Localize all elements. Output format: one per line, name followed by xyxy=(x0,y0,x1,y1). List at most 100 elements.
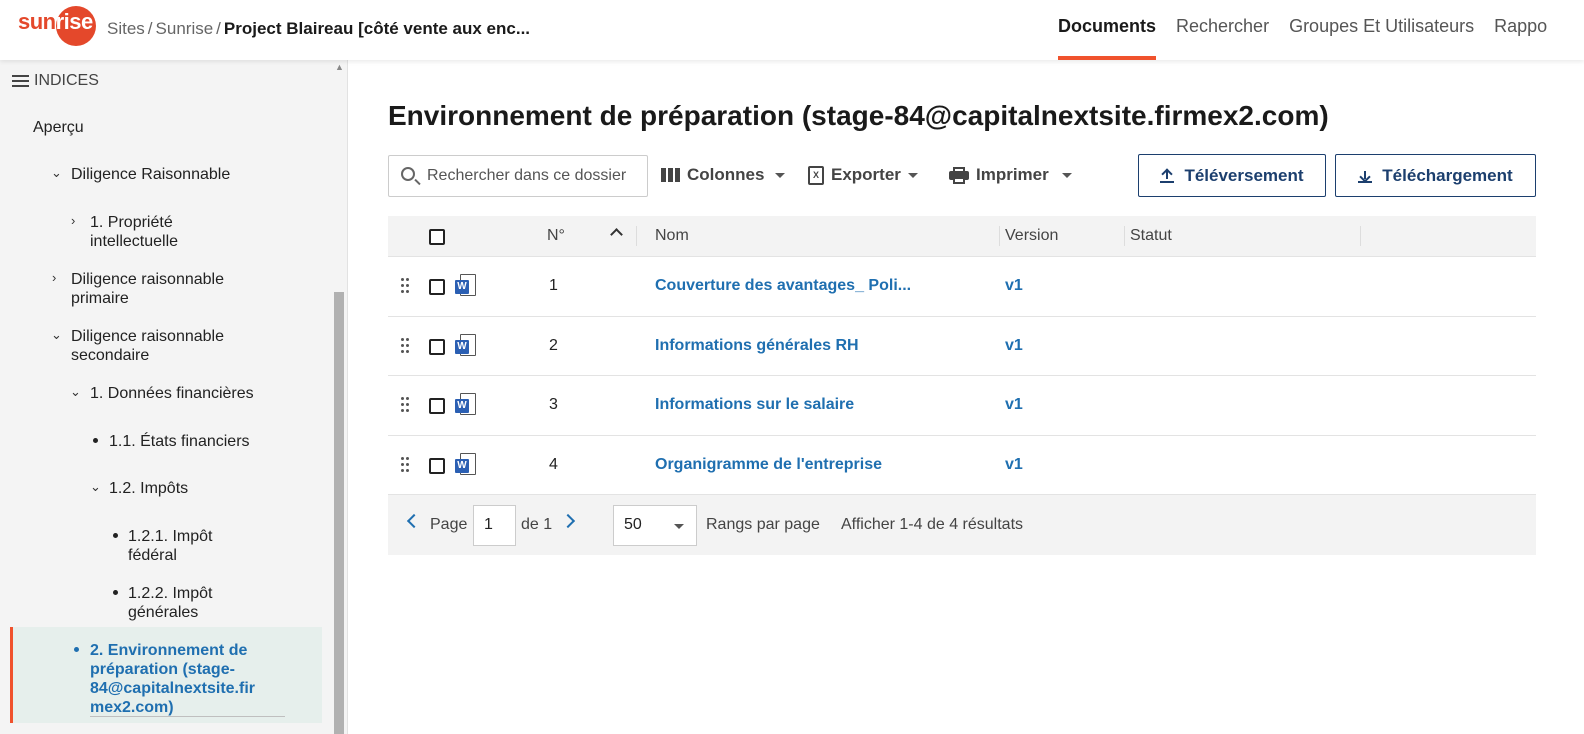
sidebar-item-line: secondaire xyxy=(71,347,150,364)
sidebar-item-donnees-financieres[interactable]: 1. Données financières xyxy=(90,384,254,403)
nav-rapports[interactable]: Rappo xyxy=(1494,0,1547,60)
header-status[interactable]: Statut xyxy=(1130,227,1172,245)
breadcrumb-separator: / xyxy=(147,19,153,38)
list-icon xyxy=(12,75,29,87)
rows-per-page-select[interactable]: 50 xyxy=(613,505,697,546)
export-button[interactable]: X Exporter xyxy=(808,165,918,185)
row-document-name[interactable]: Informations générales RH xyxy=(655,337,859,355)
chevron-right-icon[interactable]: › xyxy=(52,270,56,285)
column-separator[interactable] xyxy=(1124,226,1125,246)
row-version[interactable]: v1 xyxy=(1005,277,1023,295)
breadcrumb-sites[interactable]: Sites xyxy=(107,19,145,38)
sidebar-item-line: mex2.com) xyxy=(90,699,174,716)
table-row[interactable]: W 3 Informations sur le salaire v1 xyxy=(388,376,1536,436)
header-name[interactable]: Nom xyxy=(655,227,689,245)
sidebar-item-apercu[interactable]: Aperçu xyxy=(33,118,84,137)
chevron-down-icon[interactable]: ⌄ xyxy=(90,479,101,495)
row-checkbox[interactable] xyxy=(429,398,445,414)
table-row[interactable]: W 2 Informations générales RH v1 xyxy=(388,316,1536,376)
row-version[interactable]: v1 xyxy=(1005,396,1023,414)
word-document-icon: W xyxy=(455,333,477,358)
search-box[interactable] xyxy=(388,155,648,197)
header-version[interactable]: Version xyxy=(1005,227,1058,245)
chevron-down-icon[interactable]: ⌄ xyxy=(51,327,62,343)
row-document-name[interactable]: Informations sur le salaire xyxy=(655,396,854,414)
drag-handle-icon[interactable] xyxy=(401,397,411,413)
nav-documents[interactable]: Documents xyxy=(1058,0,1157,60)
sidebar-item-impot-generales[interactable]: 1.2.2. Impôt générales xyxy=(128,584,213,622)
chevron-left-icon[interactable] xyxy=(406,513,422,529)
excel-file-icon: X xyxy=(808,165,824,185)
scroll-up-icon[interactable]: ▲ xyxy=(335,62,344,72)
top-header: sunrise Sites / Sunrise / Project Blaireau [… xyxy=(0,0,1584,60)
toolbar: Colonnes X Exporter Imprimer Téléverseme… xyxy=(388,154,1538,197)
download-icon xyxy=(1358,169,1373,183)
scrollbar-thumb[interactable] xyxy=(334,292,344,734)
breadcrumb-sunrise[interactable]: Sunrise xyxy=(156,19,214,38)
chevron-right-icon[interactable] xyxy=(560,513,576,529)
row-num: 2 xyxy=(549,336,558,354)
sidebar-item-diligence-raisonnable[interactable]: Diligence Raisonnable xyxy=(71,165,230,184)
sidebar-item-impots[interactable]: 1.2. Impôts xyxy=(109,479,188,498)
row-document-name[interactable]: Couverture des avantages_ Poli... xyxy=(655,277,911,295)
row-version[interactable]: v1 xyxy=(1005,456,1023,474)
columns-label: Colonnes xyxy=(687,165,765,184)
bullet-icon xyxy=(113,590,118,595)
sidebar-title[interactable]: INDICES xyxy=(12,72,99,90)
sidebar-title-label: INDICES xyxy=(34,72,99,89)
caret-down-icon xyxy=(907,172,918,178)
header-num[interactable]: N° xyxy=(547,227,565,245)
rows-per-page-label: Rangs par page xyxy=(706,516,820,533)
chevron-down-icon[interactable]: ⌄ xyxy=(70,384,81,400)
chevron-down-icon[interactable]: ⌄ xyxy=(51,165,62,181)
sidebar-item-line: intellectuelle xyxy=(90,233,179,250)
sidebar-item-line: fédéral xyxy=(128,547,177,564)
download-button[interactable]: Téléchargement xyxy=(1335,154,1536,197)
search-input[interactable] xyxy=(427,164,642,188)
page-label: Page xyxy=(430,516,468,533)
drag-handle-icon[interactable] xyxy=(401,456,411,473)
upload-icon xyxy=(1160,169,1175,183)
row-version[interactable]: v1 xyxy=(1005,337,1023,355)
row-num: 4 xyxy=(549,455,558,473)
sidebar-item-etats-financiers[interactable]: 1.1. États financiers xyxy=(109,432,250,451)
results-summary: Afficher 1-4 de 4 résultats xyxy=(841,516,1024,533)
sort-ascending-icon[interactable] xyxy=(610,228,623,241)
drag-handle-icon[interactable] xyxy=(401,337,411,354)
word-document-icon: W xyxy=(455,274,477,298)
nav-groupes-utilisateurs[interactable]: Groupes Et Utilisateurs xyxy=(1289,0,1474,60)
sidebar-item-propriete-intellectuelle[interactable]: 1. Propriété intellectuelle xyxy=(90,213,178,251)
table-row[interactable]: W 1 Couverture des avantages_ Poli... v1 xyxy=(388,257,1536,317)
column-separator[interactable] xyxy=(1360,226,1361,246)
sidebar-item-line: 2. Environnement de xyxy=(90,642,248,659)
row-checkbox[interactable] xyxy=(429,338,445,355)
select-all-checkbox[interactable] xyxy=(429,229,445,245)
column-separator[interactable] xyxy=(636,226,637,246)
columns-button[interactable]: Colonnes xyxy=(661,165,786,185)
print-button[interactable]: Imprimer xyxy=(949,165,1072,185)
breadcrumb-current-project[interactable]: Project Blaireau [côté vente aux enc... xyxy=(224,19,530,38)
sidebar-scrollbar[interactable]: ▲ xyxy=(332,60,346,734)
page-number-input[interactable]: 1 xyxy=(473,505,516,546)
sunrise-logo[interactable]: sunrise xyxy=(18,6,98,46)
bullet-icon xyxy=(93,438,98,443)
drag-handle-icon[interactable] xyxy=(401,278,411,294)
sidebar-item-impot-federal[interactable]: 1.2.1. Impôt fédéral xyxy=(128,527,213,565)
sidebar-item-diligence-primaire[interactable]: Diligence raisonnable primaire xyxy=(71,270,224,308)
row-document-name[interactable]: Organigramme de l'entreprise xyxy=(655,456,882,474)
row-checkbox[interactable] xyxy=(429,279,445,295)
nav-rechercher[interactable]: Rechercher xyxy=(1176,0,1269,60)
chevron-right-icon[interactable]: › xyxy=(71,213,75,228)
sidebar-item-line: 1.2.1. Impôt xyxy=(128,528,213,545)
sidebar-item-line: 1.2.2. Impôt xyxy=(128,585,213,602)
sidebar-item-environnement-preparation[interactable]: 2. Environnement de préparation (stage- … xyxy=(90,641,255,717)
sidebar-item-line: 84@capitalnextsite.fir xyxy=(90,680,255,697)
table-row[interactable]: W 4 Organigramme de l'entreprise v1 xyxy=(388,435,1536,495)
logo-text-part-b: rise xyxy=(55,9,94,34)
printer-icon xyxy=(949,167,969,184)
column-separator[interactable] xyxy=(999,226,1000,246)
sidebar-item-line: générales xyxy=(128,604,199,621)
upload-button[interactable]: Téléversement xyxy=(1138,154,1326,197)
row-checkbox[interactable] xyxy=(429,457,445,474)
sidebar-item-diligence-secondaire[interactable]: Diligence raisonnable secondaire xyxy=(71,327,224,365)
